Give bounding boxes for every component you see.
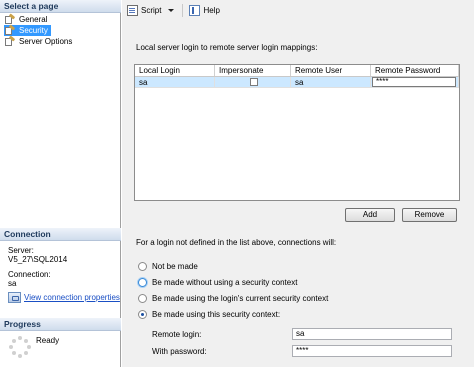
progress-header: Progress: [0, 318, 121, 331]
connection-properties-icon: [8, 292, 21, 303]
help-button[interactable]: Help: [187, 3, 221, 17]
server-value: V5_27\SQL2014: [8, 255, 68, 264]
toolbar-separator: [182, 3, 184, 17]
page-wrench-icon: [4, 23, 16, 36]
select-page-header: Select a page: [0, 0, 121, 13]
remote-password-field[interactable]: ****: [372, 77, 456, 87]
option-not-be-made[interactable]: Not be made: [138, 262, 198, 271]
impersonate-checkbox[interactable]: [250, 78, 258, 86]
remove-button[interactable]: Remove: [402, 208, 457, 222]
cell-local-login[interactable]: sa: [135, 77, 215, 87]
with-password-label: With password:: [152, 347, 207, 356]
left-pane: Select a page General Security Server Op…: [0, 0, 121, 367]
option-label: Be made using this security context:: [152, 310, 281, 319]
radio-without-security-context[interactable]: [138, 278, 147, 287]
view-connection-properties-label: View connection properties: [24, 293, 120, 302]
connection-label: Connection:: [8, 270, 51, 279]
page-label-general: General: [19, 15, 48, 24]
toolbar: Script Help: [122, 0, 474, 20]
page-label-server-options: Server Options: [19, 37, 73, 46]
script-button[interactable]: Script: [125, 3, 163, 17]
radio-this-security-context[interactable]: [138, 310, 147, 319]
page-label-security: Security: [19, 26, 48, 35]
connection-header: Connection: [0, 228, 121, 241]
mapping-description: Local server login to remote server logi…: [136, 43, 318, 52]
page-item-security[interactable]: Security: [4, 23, 51, 36]
progress-status: Ready: [36, 336, 60, 345]
page-item-server-options[interactable]: Server Options: [4, 34, 73, 47]
cell-remote-user[interactable]: sa: [291, 77, 371, 87]
script-label: Script: [141, 5, 162, 15]
option-label: Be made using the login's current securi…: [152, 294, 329, 303]
help-label: Help: [203, 5, 220, 15]
remote-login-input[interactable]: sa: [292, 328, 452, 340]
column-header-impersonate[interactable]: Impersonate: [215, 65, 291, 76]
cell-impersonate: [215, 77, 291, 87]
connection-value: sa: [8, 279, 17, 288]
page-item-general[interactable]: General: [4, 12, 48, 25]
script-icon: [127, 4, 138, 16]
login-mapping-grid: Local Login Impersonate Remote User Remo…: [134, 64, 460, 201]
column-header-local-login[interactable]: Local Login: [135, 65, 215, 76]
remote-login-label: Remote login:: [152, 330, 202, 339]
grid-header: Local Login Impersonate Remote User Remo…: [135, 65, 459, 77]
option-current-security-context[interactable]: Be made using the login's current securi…: [138, 294, 328, 303]
option-label: Be made without using a security context: [152, 278, 298, 287]
cell-remote-password: ****: [371, 77, 459, 87]
help-book-icon: [189, 4, 201, 16]
with-password-input[interactable]: ****: [292, 345, 452, 357]
progress-spinner-icon: [9, 336, 31, 358]
column-header-remote-password[interactable]: Remote Password: [371, 65, 459, 76]
option-label: Not be made: [152, 262, 198, 271]
table-row[interactable]: sa sa ****: [135, 77, 459, 88]
add-button[interactable]: Add: [345, 208, 395, 222]
option-this-security-context[interactable]: Be made using this security context:: [138, 310, 280, 319]
undefined-login-text: For a login not defined in the list abov…: [136, 238, 337, 247]
radio-current-security-context[interactable]: [138, 294, 147, 303]
page-wrench-icon: [4, 34, 16, 47]
script-dropdown-arrow-icon[interactable]: [168, 8, 175, 12]
page-wrench-icon: [4, 12, 16, 25]
server-label: Server:: [8, 246, 34, 255]
option-without-security-context[interactable]: Be made without using a security context: [138, 278, 297, 287]
radio-not-be-made[interactable]: [138, 262, 147, 271]
view-connection-properties-link[interactable]: View connection properties: [8, 292, 120, 303]
column-header-remote-user[interactable]: Remote User: [291, 65, 371, 76]
right-pane: Script Help Local server login to remote…: [122, 0, 474, 367]
